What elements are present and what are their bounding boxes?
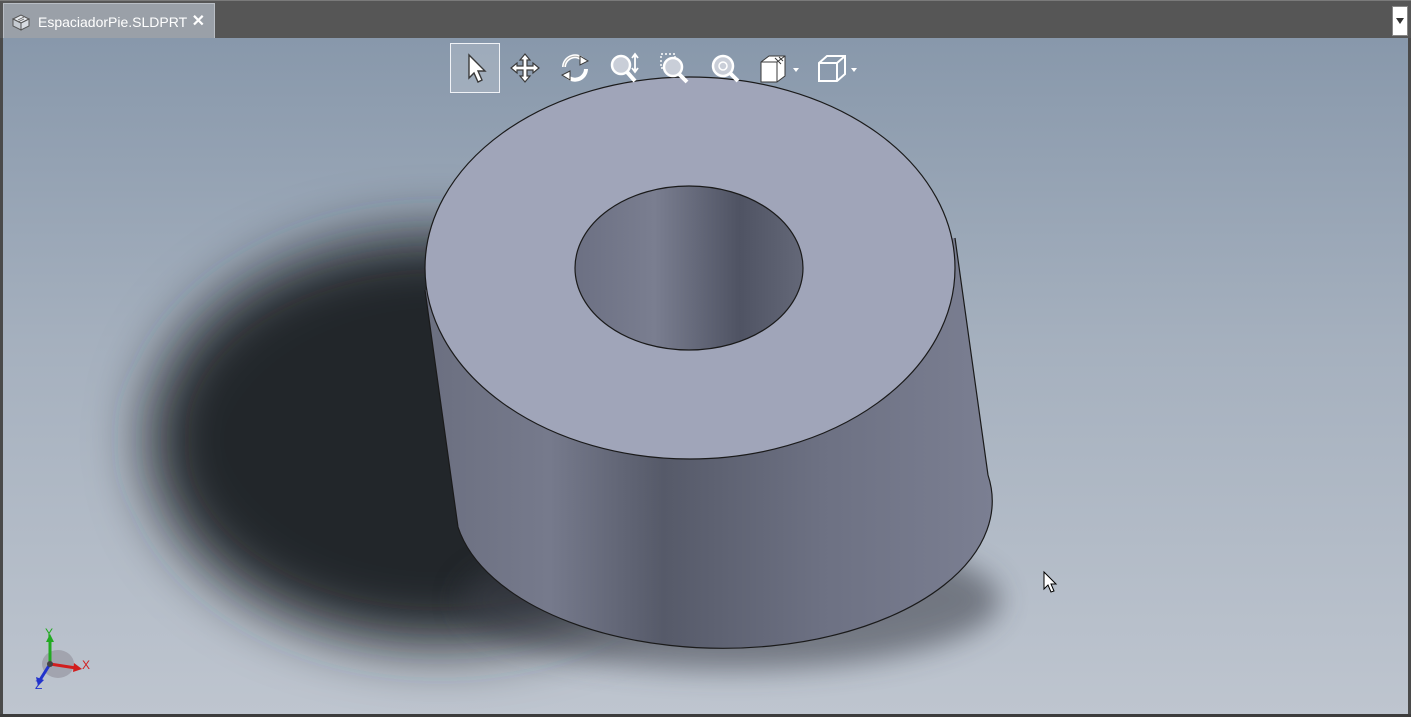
tab-list-dropdown-button[interactable] [1392,6,1408,36]
select-arrow-icon [468,53,487,83]
zoom-to-area-button[interactable] [650,43,700,93]
close-tab-icon[interactable]: ✕ [192,11,205,31]
heads-up-view-toolbar [450,43,866,93]
view-orientation-cube-icon [818,55,857,82]
graphics-viewport[interactable]: Y X Z [3,38,1408,714]
chevron-down-icon [1396,18,1404,24]
axis-x-label: X [82,658,90,672]
zoom-to-fit-icon [711,54,740,83]
model-scene: Y X Z [35,76,1058,692]
rotate-view-button[interactable] [550,43,600,93]
zoom-to-fit-button[interactable] [700,43,750,93]
part-file-icon [10,11,32,33]
document-tab-label: EspaciadorPie.SLDPRT [38,13,188,30]
document-tab[interactable]: EspaciadorPie.SLDPRT ✕ [3,3,215,39]
view-orientation-dropdown-button[interactable] [808,43,866,93]
mouse-cursor-icon [1043,570,1058,593]
pan-move-icon [510,53,540,83]
axis-z-label: Z [35,678,42,692]
zoom-in-out-button[interactable] [600,43,650,93]
axis-triad [36,634,82,686]
rotate-view-icon [560,54,590,82]
hollow-cylinder-spacer[interactable] [424,76,993,649]
display-style-dropdown-button[interactable] [750,43,808,93]
cylinder-bore-hole[interactable] [574,185,804,351]
axis-y-label: Y [45,626,53,640]
zoom-in-out-icon [610,52,639,83]
display-style-icon [760,55,799,83]
document-tab-bar: EspaciadorPie.SLDPRT ✕ [0,0,1411,39]
pan-tool-button[interactable] [500,43,550,93]
select-tool-button[interactable] [450,43,500,93]
zoom-to-area-icon [660,53,689,84]
